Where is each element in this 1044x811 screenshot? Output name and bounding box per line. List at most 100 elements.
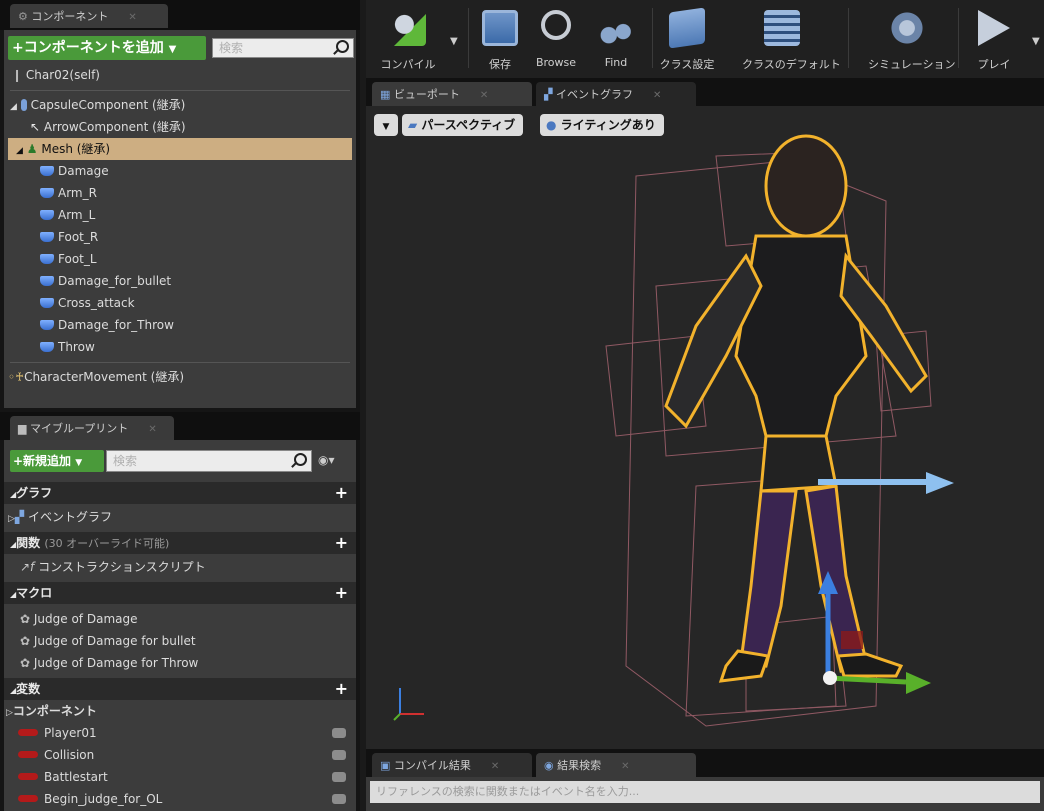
list-item-macro[interactable]: ✿ Judge of Damage for Throw (4, 652, 356, 674)
tree-item[interactable]: Damage_for_bullet (40, 270, 356, 292)
visibility-toggle-icon[interactable] (332, 750, 346, 760)
save-button[interactable]: 保存 (482, 10, 518, 71)
self-item[interactable]: ❙ Char02(self) (12, 64, 356, 86)
box-collision-icon (40, 342, 54, 352)
box-collision-icon (40, 254, 54, 264)
editor-tabstrip: ▦ ビューポート ✕ ▞ イベントグラフ ✕ (366, 78, 1044, 106)
reference-search-input[interactable]: リファレンスの検索に関数またはイベント名を入力... (370, 781, 1040, 803)
tree-item-character-movement[interactable]: ◦♰CharacterMovement (継承) (8, 366, 356, 388)
list-item-construction-script[interactable]: ↗f コンストラクションスクリプト (4, 556, 356, 578)
tree-item[interactable]: Damage (40, 160, 356, 182)
add-graph-icon[interactable]: + (335, 485, 348, 501)
object-variable-icon (18, 729, 38, 736)
tree-item[interactable]: Arm_R (40, 182, 356, 204)
simulation-button[interactable]: シミュレーション (868, 10, 956, 71)
tree-item[interactable]: Arm_L (40, 204, 356, 226)
class-defaults-button[interactable]: クラスのデフォルト (742, 10, 841, 71)
section-graphs[interactable]: ◢グラフ + (4, 482, 356, 504)
components-panel: +コンポーネントを追加 ▼ 検索 ❙ Char02(self) ◢ Capsul… (4, 30, 356, 408)
close-icon[interactable]: ✕ (148, 424, 156, 435)
divider (10, 362, 350, 363)
play-button[interactable]: プレイ (974, 10, 1014, 71)
axis-indicator (393, 688, 424, 721)
compile-options-chevron-icon[interactable]: ▼ (450, 36, 458, 47)
box-collision-icon (40, 232, 54, 242)
class-defaults-icon (764, 10, 800, 46)
list-item-event-graph[interactable]: ▷▞ イベントグラフ (4, 506, 356, 528)
tab-components[interactable]: ⚙ コンポーネント ✕ (10, 4, 168, 28)
close-icon[interactable]: ✕ (128, 12, 136, 23)
add-variable-icon[interactable]: + (335, 681, 348, 697)
play-options-chevron-icon[interactable]: ▼ (1032, 36, 1040, 47)
browse-button[interactable]: Browse (536, 10, 576, 69)
component-search-input[interactable]: 検索 (212, 38, 354, 58)
object-variable-icon (18, 751, 38, 758)
class-settings-button[interactable]: クラス設定 (660, 7, 714, 71)
tree-item-mesh[interactable]: ◢ ♟ Mesh (継承) (8, 138, 352, 160)
tab-event-graph[interactable]: ▞ イベントグラフ ✕ (536, 82, 696, 106)
character-mesh (664, 134, 928, 683)
box-collision-icon (40, 210, 54, 220)
arrow-icon: ↖ (30, 120, 41, 134)
box-collision-icon (40, 276, 54, 286)
main-toolbar: コンパイル ▼ 保存 Browse Find クラス設定 クラスのデフォルト シ… (366, 0, 1044, 78)
visibility-toggle-icon[interactable] (332, 772, 346, 782)
find-button[interactable]: Find (598, 10, 634, 69)
blueprint-tabstrip: ▆ マイブループリント ✕ (0, 412, 360, 440)
viewport[interactable]: ▼ ▰ パースペクティブ ● ライティングあり (366, 106, 1044, 749)
tab-my-blueprint[interactable]: ▆ マイブループリント ✕ (10, 416, 174, 440)
tab-compile-results[interactable]: ▣ コンパイル結果 ✕ (372, 753, 532, 777)
play-icon (978, 10, 1010, 46)
tree-item[interactable]: Throw (40, 336, 356, 358)
list-item-macro[interactable]: ✿ Judge of Damage (4, 608, 356, 630)
tree-item[interactable]: Cross_attack (40, 292, 356, 314)
tab-find-results[interactable]: ◉ 結果検索 ✕ (536, 753, 696, 777)
close-icon[interactable]: ✕ (491, 761, 499, 772)
binoculars-icon (598, 10, 634, 46)
divider (10, 90, 350, 91)
tree-item-capsule[interactable]: ◢ CapsuleComponent (継承) (10, 94, 356, 116)
close-icon[interactable]: ✕ (480, 90, 488, 101)
add-new-button[interactable]: +新規追加 ▼ (10, 450, 104, 472)
blueprint-search-input[interactable]: 検索 (106, 450, 312, 472)
macro-icon: ✿ (20, 612, 31, 626)
variable-item[interactable]: Collision (4, 744, 356, 766)
function-icon: ↗f (20, 560, 35, 574)
section-variables[interactable]: ◢変数 + (4, 678, 356, 700)
visibility-eye-icon[interactable]: ◉▾ (318, 453, 335, 467)
class-settings-icon (669, 7, 705, 49)
section-functions[interactable]: ◢関数 (30 オーバーライド可能) + (4, 532, 356, 554)
macro-icon: ✿ (20, 634, 31, 648)
expand-arrow-icon: ◢ (10, 102, 17, 112)
search-icon: ◉ (544, 759, 554, 772)
tree-item[interactable]: Foot_R (40, 226, 356, 248)
compile-button[interactable]: コンパイル (381, 10, 436, 71)
add-function-icon[interactable]: + (335, 535, 348, 551)
left-column: ⚙ コンポーネント ✕ +コンポーネントを追加 ▼ 検索 ❙ Char02(sel… (0, 0, 360, 811)
box-collision-icon (40, 166, 54, 176)
macro-icon: ✿ (20, 656, 31, 670)
close-icon[interactable]: ✕ (621, 761, 629, 772)
add-macro-icon[interactable]: + (335, 585, 348, 601)
add-component-button[interactable]: +コンポーネントを追加 ▼ (8, 36, 206, 60)
bottom-tabstrip: ▣ コンパイル結果 ✕ ◉ 結果検索 ✕ (366, 749, 1044, 777)
box-collision-icon (40, 298, 54, 308)
close-icon[interactable]: ✕ (653, 90, 661, 101)
subcategory-components[interactable]: ▷コンポーネント (4, 700, 356, 722)
section-macros[interactable]: ◢マクロ + (4, 582, 356, 604)
variable-item[interactable]: Begin_judge_for_OL (4, 788, 356, 810)
tree-item[interactable]: Damage_for_Throw (40, 314, 356, 336)
list-item-macro[interactable]: ✿ Judge of Damage for bullet (4, 630, 356, 652)
my-blueprint-panel: +新規追加 ▼ 検索 ◉▾ ◢グラフ + ▷▞ イベントグラフ ◢関数 (30 オ… (4, 440, 356, 811)
tree-item-arrow[interactable]: ↖ ArrowComponent (継承) (30, 116, 356, 138)
arrow-component-indicator (818, 472, 954, 494)
expand-arrow-icon: ▷ (6, 708, 13, 718)
visibility-toggle-icon[interactable] (332, 794, 346, 804)
variable-item[interactable]: Player01 (4, 722, 356, 744)
components-tabstrip: ⚙ コンポーネント ✕ (0, 0, 360, 30)
visibility-toggle-icon[interactable] (332, 728, 346, 738)
tree-item[interactable]: Foot_L (40, 248, 356, 270)
tab-viewport[interactable]: ▦ ビューポート ✕ (372, 82, 532, 106)
divider (848, 8, 849, 68)
variable-item[interactable]: Battlestart (4, 766, 356, 788)
